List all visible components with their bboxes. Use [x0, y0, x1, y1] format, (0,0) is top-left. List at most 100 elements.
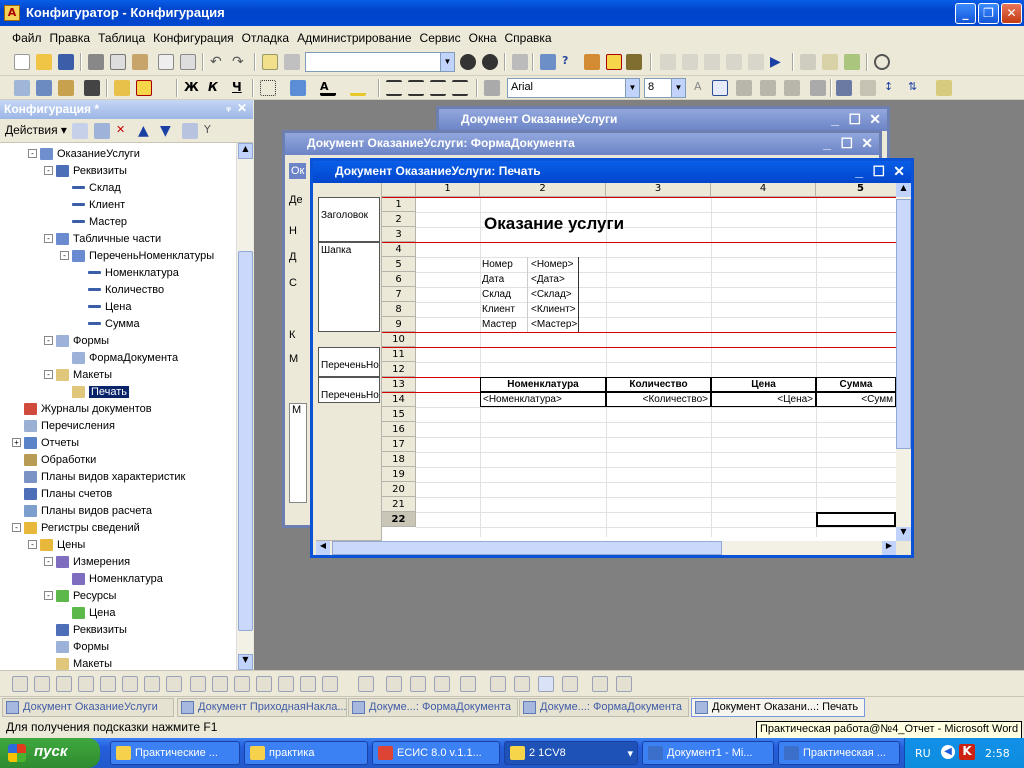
menu-service[interactable]: Сервис — [420, 31, 461, 45]
cut-icon[interactable] — [88, 54, 104, 70]
sheet-hscroll[interactable]: ◀ ▶ — [316, 541, 896, 555]
print-window[interactable]: Документ ОказаниеУслуги: Печать _ ☐ ✕ 12… — [310, 158, 914, 558]
taskbar-button[interactable]: Практическая ... — [778, 741, 900, 765]
close-icon[interactable]: ✕ — [861, 135, 873, 152]
tool-2-icon[interactable] — [36, 80, 52, 96]
paste-icon[interactable] — [132, 54, 148, 70]
constructor-icon[interactable] — [626, 54, 642, 70]
menu-administration[interactable]: Администрирование — [297, 31, 411, 45]
column-header[interactable]: 5 — [816, 183, 896, 197]
layout-2-icon[interactable] — [736, 80, 752, 96]
form-tool-4-icon[interactable] — [78, 676, 94, 692]
form-tool-25-icon[interactable] — [592, 676, 608, 692]
save-icon[interactable] — [58, 54, 74, 70]
justify-icon[interactable] — [452, 80, 468, 96]
grid-4-icon[interactable]: ⇅ — [908, 80, 924, 96]
row-header[interactable]: 3 — [382, 227, 416, 242]
form-tool-9-icon[interactable] — [190, 676, 206, 692]
debug-2-icon[interactable] — [682, 54, 698, 70]
form-tool-8-icon[interactable] — [166, 676, 182, 692]
table-header-cell[interactable]: Номенклатура — [480, 377, 606, 392]
row-header[interactable]: 20 — [382, 482, 416, 497]
tree-item[interactable]: Печать — [60, 383, 130, 400]
timer-icon[interactable] — [874, 54, 890, 70]
tree-item[interactable]: Обработки — [12, 451, 96, 468]
field-label[interactable]: Клиент — [480, 302, 528, 317]
tree-item[interactable]: Цена — [60, 604, 115, 621]
language-indicator[interactable]: RU — [915, 747, 931, 760]
row-header[interactable]: 17 — [382, 437, 416, 452]
layout-5-icon[interactable] — [810, 80, 826, 96]
expand-icon[interactable]: + — [12, 438, 21, 447]
restore-button[interactable]: ❐ — [978, 3, 999, 24]
delete-icon[interactable]: ✕ — [116, 123, 132, 139]
close-icon[interactable]: ✕ — [893, 163, 905, 180]
add-child-icon[interactable] — [94, 123, 110, 139]
column-header[interactable]: 1 — [416, 183, 480, 197]
new-icon[interactable] — [14, 54, 30, 70]
close-icon[interactable]: ✕ — [869, 111, 881, 128]
column-header[interactable]: 4 — [711, 183, 816, 197]
debug-1-icon[interactable] — [660, 54, 676, 70]
layout-4-icon[interactable] — [784, 80, 800, 96]
antivirus-icon[interactable]: K — [959, 744, 975, 760]
form-tool-10-icon[interactable] — [212, 676, 228, 692]
window-tab[interactable]: Документ ОказаниеУслуги — [2, 698, 174, 717]
row-header[interactable]: 12 — [382, 362, 416, 377]
borders-icon[interactable] — [260, 80, 276, 96]
minimize-icon[interactable]: _ — [855, 163, 863, 179]
sheet-vscroll[interactable]: ▲ ▼ — [896, 183, 911, 541]
menu-file[interactable]: Файл — [12, 31, 42, 45]
tool-3-icon[interactable] — [58, 80, 74, 96]
menu-configuration[interactable]: Конфигурация — [153, 31, 234, 45]
find-next-icon[interactable] — [460, 54, 476, 70]
syntax-icon[interactable] — [584, 54, 600, 70]
table-data-cell[interactable]: <Номенклатура> — [480, 392, 606, 407]
grid-3-icon[interactable]: ↕ — [884, 80, 900, 96]
lang-switch-icon[interactable]: ◀ — [941, 745, 955, 759]
maximize-icon[interactable]: ☐ — [840, 135, 853, 152]
taskbar-button[interactable]: ЕСИС 8.0 v.1.1... — [372, 741, 500, 765]
row-header[interactable]: 8 — [382, 302, 416, 317]
form-tool-17-icon[interactable] — [386, 676, 402, 692]
field-label[interactable]: Номер — [480, 257, 528, 272]
window-tab[interactable]: Документ Оказани...: Печать — [691, 698, 865, 717]
align-right-icon[interactable] — [430, 80, 446, 96]
collapse-icon[interactable]: - — [44, 166, 53, 175]
form-tool-11-icon[interactable] — [234, 676, 250, 692]
font-grow-icon[interactable]: A — [694, 80, 710, 96]
taskbar-button[interactable]: Документ1 - Mi... — [642, 741, 774, 765]
merge-icon[interactable] — [484, 80, 500, 96]
tree-item[interactable]: Журналы документов — [12, 400, 152, 417]
table-data-cell[interactable]: <Количество> — [606, 392, 711, 407]
column-header[interactable]: 2 — [480, 183, 606, 197]
field-label[interactable]: Мастер — [480, 317, 528, 332]
font-combo[interactable]: Arial ▼ — [507, 78, 640, 98]
tree-item[interactable]: - Макеты — [44, 366, 112, 383]
tree-item[interactable]: + Отчеты — [12, 434, 79, 451]
tool-1-icon[interactable] — [14, 80, 30, 96]
tree-item[interactable]: Реквизиты — [44, 621, 127, 638]
row-header[interactable]: 7 — [382, 287, 416, 302]
row-header[interactable]: 14 — [382, 392, 416, 407]
collapse-icon[interactable]: - — [44, 370, 53, 379]
row-header[interactable]: 16 — [382, 422, 416, 437]
tree-item[interactable]: Клиент — [60, 196, 125, 213]
tool-5-icon[interactable] — [114, 80, 130, 96]
row-header[interactable]: 1 — [382, 197, 416, 212]
row-header[interactable]: 4 — [382, 242, 416, 257]
form-tool-16-icon[interactable] — [358, 676, 374, 692]
minimize-button[interactable]: _ — [955, 3, 976, 24]
tree-item[interactable]: Количество — [76, 281, 164, 298]
menu-help[interactable]: Справка — [505, 31, 552, 45]
tree-item[interactable]: Макеты — [44, 655, 112, 670]
collapse-icon[interactable]: - — [44, 591, 53, 600]
form-tool-1-icon[interactable] — [12, 676, 28, 692]
tree-item[interactable]: Номенклатура — [76, 264, 179, 281]
tree-item[interactable]: ФормаДокумента — [60, 349, 178, 366]
italic-button[interactable]: К — [208, 80, 224, 96]
row-header[interactable]: 13 — [382, 377, 416, 392]
form-tool-20-icon[interactable] — [460, 676, 476, 692]
window-tab[interactable]: Документ ПриходнаяНакла... — [177, 698, 347, 717]
tree-item[interactable]: - Табличные части — [44, 230, 161, 247]
